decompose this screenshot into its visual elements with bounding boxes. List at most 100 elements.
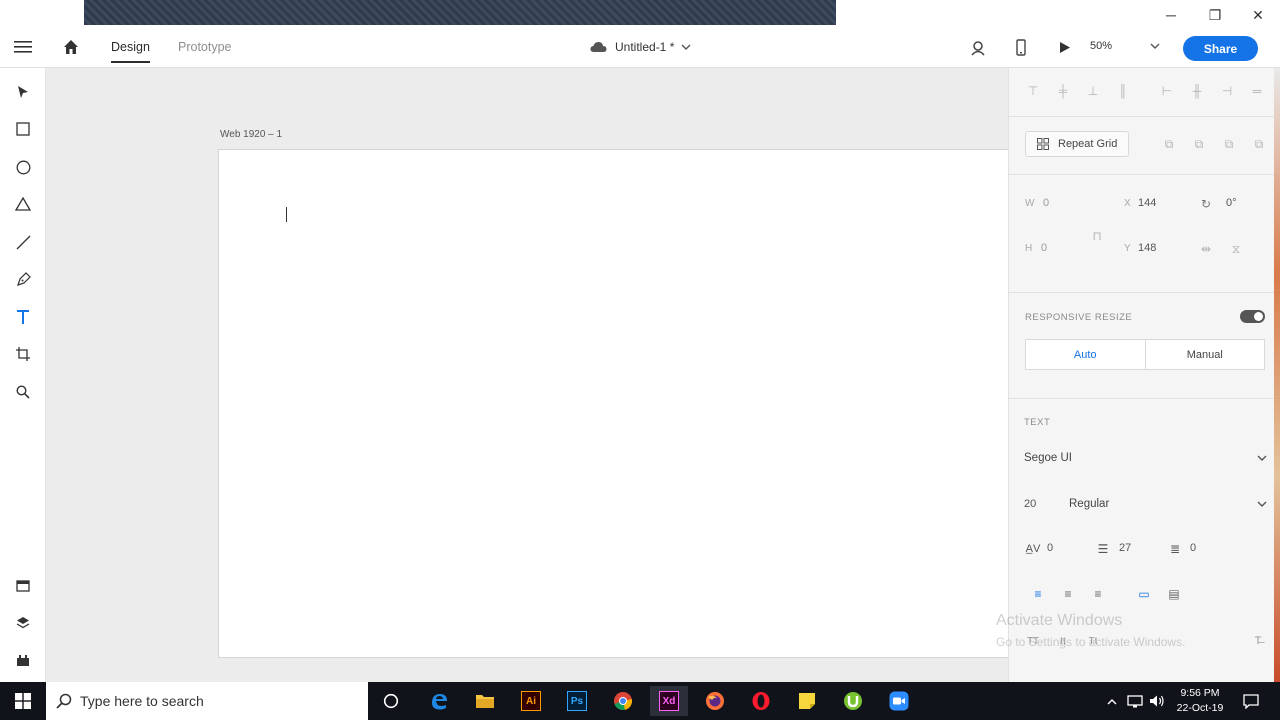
taskbar-illustrator[interactable]: Ai [512, 686, 550, 716]
taskbar-firefox[interactable] [696, 686, 734, 716]
search-placeholder: Type here to search [80, 693, 204, 709]
line-tool[interactable] [11, 230, 35, 254]
taskbar-chrome[interactable] [604, 686, 642, 716]
boolean-intersect-icon[interactable]: ⧉ [1221, 136, 1237, 152]
align-top-icon[interactable]: ⊤ [1025, 83, 1041, 99]
rotation-field[interactable]: 0° [1226, 197, 1237, 209]
align-left-icon[interactable]: ⊢ [1159, 83, 1175, 99]
text-align-center-icon[interactable]: ≡ [1060, 586, 1076, 602]
taskbar-photoshop[interactable]: Ps [558, 686, 596, 716]
design-canvas[interactable]: Web 1920 – 1 [46, 68, 1008, 682]
taskbar-file-explorer[interactable] [466, 686, 504, 716]
taskbar-clock[interactable]: 9:56 PM 22-Oct-19 [1170, 686, 1230, 716]
taskbar-edge[interactable] [420, 686, 458, 716]
taskbar-search-box[interactable]: Type here to search [46, 682, 368, 720]
cortana-button[interactable] [372, 686, 410, 716]
divider [1009, 292, 1275, 293]
network-tray-button[interactable] [1124, 682, 1146, 720]
character-spacing-field[interactable]: 0 [1047, 542, 1053, 554]
font-family-dropdown[interactable]: Segoe UI [1024, 452, 1267, 464]
illustrator-icon: Ai [521, 691, 541, 711]
desktop-preview-button[interactable] [1059, 41, 1071, 54]
paragraph-spacing-field[interactable]: 0 [1190, 542, 1196, 554]
select-tool[interactable] [11, 80, 35, 104]
font-weight-dropdown[interactable]: Regular [1069, 498, 1267, 510]
home-button[interactable] [63, 39, 79, 55]
text-tool-icon [17, 309, 29, 324]
tab-prototype[interactable]: Prototype [178, 40, 232, 54]
align-middle-icon[interactable]: ╪ [1055, 83, 1071, 99]
boolean-add-icon[interactable]: ⧉ [1161, 136, 1177, 152]
responsive-resize-toggle[interactable] [1240, 310, 1265, 323]
responsive-resize-heading: RESPONSIVE RESIZE [1025, 312, 1133, 323]
artboard-icon [16, 347, 30, 361]
share-button[interactable]: Share [1183, 36, 1258, 61]
text-align-right-icon[interactable]: ≡ [1090, 586, 1106, 602]
search-icon [56, 693, 72, 709]
grid-icon [1037, 138, 1049, 150]
pen-tool[interactable] [11, 267, 35, 291]
text-align-left-icon[interactable]: ≡ [1030, 586, 1046, 602]
artboard[interactable] [218, 149, 1008, 658]
taskbar-xd[interactable]: Xd [650, 686, 688, 716]
boolean-exclude-icon[interactable]: ⧉ [1251, 136, 1267, 152]
zoom-tool[interactable] [11, 380, 35, 404]
clock-time: 9:56 PM [1180, 687, 1220, 699]
chevron-down-icon [1150, 43, 1160, 49]
height-field[interactable]: 0 [1041, 242, 1047, 254]
zoom-dropdown[interactable]: 50% [1090, 40, 1160, 52]
align-bottom-icon[interactable]: ⊥ [1085, 83, 1101, 99]
edge-icon [432, 694, 447, 710]
volume-tray-button[interactable] [1146, 682, 1168, 720]
share-for-review-button[interactable] [970, 40, 986, 56]
action-center-button[interactable] [1238, 682, 1264, 720]
auto-width-text-icon[interactable]: ▭ [1136, 586, 1152, 602]
x-position-field[interactable]: 144 [1138, 197, 1156, 209]
align-center-icon[interactable]: ╫ [1189, 83, 1205, 99]
ellipse-tool[interactable] [11, 155, 35, 179]
distribute-horizontal-icon[interactable]: ═ [1249, 83, 1265, 99]
font-size-field[interactable]: 20 [1024, 498, 1036, 510]
cortana-icon [383, 693, 399, 709]
repeat-grid-button[interactable]: Repeat Grid [1025, 131, 1129, 157]
align-right-icon[interactable]: ⊣ [1219, 83, 1235, 99]
resize-manual-option[interactable]: Manual [1146, 340, 1265, 369]
rectangle-tool[interactable] [11, 117, 35, 141]
flip-vertical-icon[interactable]: ⧖ [1228, 241, 1244, 257]
show-hidden-icons-button[interactable] [1103, 682, 1121, 720]
minimize-button[interactable]: ─ [1156, 4, 1186, 26]
distribute-vertical-icon[interactable]: ║ [1115, 83, 1131, 99]
text-tool[interactable] [11, 305, 35, 329]
lock-aspect-icon[interactable]: ⊓ [1089, 228, 1105, 244]
taskbar-utorrent[interactable] [834, 686, 872, 716]
y-position-field[interactable]: 148 [1138, 242, 1156, 254]
layers-icon [16, 617, 30, 629]
boolean-subtract-icon[interactable]: ⧉ [1191, 136, 1207, 152]
document-title-dropdown[interactable]: Untitled-1 * [590, 40, 691, 54]
close-window-button[interactable]: ✕ [1243, 4, 1273, 26]
restore-icon: ❐ [1208, 6, 1222, 23]
taskbar-sticky-notes[interactable] [788, 686, 826, 716]
assets-panel-button[interactable] [11, 574, 35, 598]
device-preview-button[interactable] [1016, 39, 1026, 56]
resize-auto-option[interactable]: Auto [1026, 340, 1146, 369]
font-family-value: Segoe UI [1024, 452, 1072, 464]
text-strikethrough-icon[interactable]: T̶ [1250, 633, 1266, 649]
taskbar-opera[interactable] [742, 686, 780, 716]
flip-horizontal-icon[interactable]: ⇹ [1198, 241, 1214, 257]
restore-button[interactable]: ❐ [1200, 4, 1230, 26]
rotate-icon: ↻ [1200, 197, 1212, 211]
taskbar-zoom[interactable] [880, 686, 918, 716]
fixed-size-text-icon[interactable]: ▤ [1166, 586, 1182, 602]
user-share-icon [971, 41, 985, 56]
start-button[interactable] [0, 682, 46, 720]
hamburger-menu-button[interactable] [14, 40, 32, 54]
polygon-tool[interactable] [11, 192, 35, 216]
line-spacing-field[interactable]: 27 [1119, 542, 1131, 554]
plugins-panel-button[interactable] [11, 649, 35, 673]
layers-panel-button[interactable] [11, 611, 35, 635]
width-field[interactable]: 0 [1043, 197, 1049, 209]
artboard-tool[interactable] [11, 342, 35, 366]
tab-design[interactable]: Design [111, 40, 150, 63]
artboard-label[interactable]: Web 1920 – 1 [220, 129, 282, 140]
